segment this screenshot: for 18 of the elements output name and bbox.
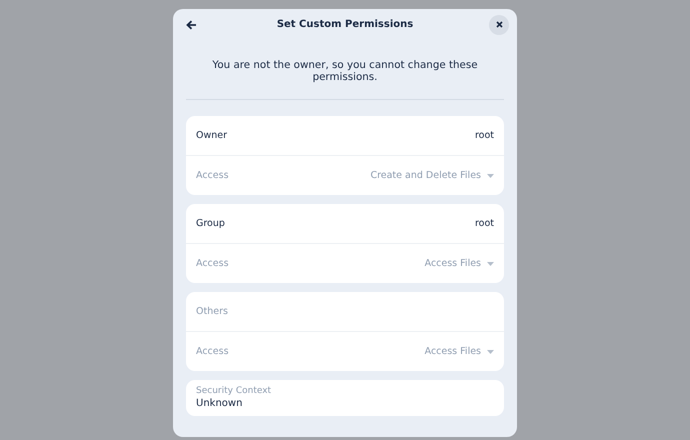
access-label: Access [196, 170, 229, 181]
caret-icon [487, 262, 494, 266]
owner-notice: You are not the owner, so you cannot change these permissions. [211, 59, 479, 83]
principal-label: Owner [196, 130, 228, 141]
close-icon [496, 21, 502, 28]
close-button[interactable] [489, 14, 509, 34]
dialog-title: Set Custom Permissions [276, 19, 414, 30]
security-context-value: Unknown [196, 398, 244, 409]
principal-label: Group [196, 218, 225, 229]
caret-icon [487, 350, 494, 354]
back-arrow-icon [186, 20, 196, 30]
principal-name: root [474, 130, 494, 141]
principal-name: root [474, 218, 494, 229]
access-label: Access [196, 346, 229, 357]
security-context-label: Security Context [196, 386, 272, 396]
principal-label: Others [196, 306, 228, 317]
caret-icon [487, 174, 494, 178]
access-label: Access [196, 258, 229, 269]
